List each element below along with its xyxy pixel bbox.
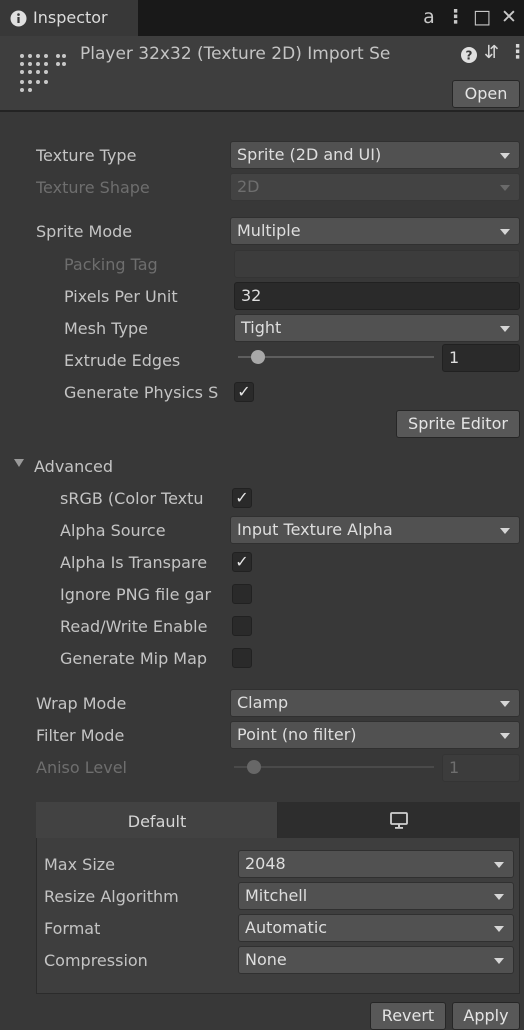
chevron-down-icon bbox=[494, 958, 504, 964]
chevron-down-icon bbox=[500, 326, 510, 332]
extrude-edges-slider-handle[interactable] bbox=[250, 350, 265, 364]
texture-asset-icon bbox=[20, 54, 66, 92]
pixels-per-unit-label: Pixels Per Unit bbox=[64, 287, 178, 306]
alpha-transparency-label: Alpha Is Transpare bbox=[60, 553, 208, 572]
mesh-type-value: Tight bbox=[241, 318, 282, 337]
format-label: Format bbox=[44, 919, 101, 938]
apply-button[interactable]: Apply bbox=[452, 1002, 520, 1030]
lock-icon[interactable]: a bbox=[418, 4, 440, 30]
help-icon-glyph: ? bbox=[466, 49, 473, 63]
resize-algorithm-label: Resize Algorithm bbox=[44, 887, 179, 906]
wrap-mode-label: Wrap Mode bbox=[36, 694, 127, 713]
chevron-down-icon bbox=[500, 528, 510, 534]
tab-menu-icon[interactable]: ⋮ bbox=[446, 4, 465, 30]
packing-tag-label: Packing Tag bbox=[64, 255, 158, 274]
generate-physics-checkbox[interactable]: ✓ bbox=[234, 382, 254, 402]
chevron-down-icon bbox=[500, 733, 510, 739]
max-size-value: 2048 bbox=[245, 854, 286, 873]
header-divider bbox=[0, 110, 524, 112]
chevron-down-icon bbox=[494, 894, 504, 900]
mip-maps-label: Generate Mip Map bbox=[60, 649, 208, 668]
texture-shape-dropdown: 2D bbox=[230, 173, 520, 201]
texture-shape-label: Texture Shape bbox=[36, 178, 150, 197]
extrude-edges-field[interactable]: 1 bbox=[442, 344, 520, 372]
info-icon bbox=[10, 10, 27, 27]
alpha-source-value: Input Texture Alpha bbox=[237, 520, 393, 539]
chevron-down-icon bbox=[500, 701, 510, 707]
pixels-per-unit-field[interactable]: 32 bbox=[234, 282, 520, 310]
texture-type-dropdown[interactable]: Sprite (2D and UI) bbox=[230, 141, 520, 169]
mip-maps-checkbox[interactable] bbox=[232, 648, 252, 668]
texture-shape-value: 2D bbox=[237, 177, 260, 196]
close-icon[interactable]: ✕ bbox=[497, 4, 521, 30]
extrude-edges-label: Extrude Edges bbox=[64, 351, 181, 370]
format-value: Automatic bbox=[245, 918, 328, 937]
filter-mode-value: Point (no filter) bbox=[237, 725, 357, 744]
tab-label: Inspector bbox=[33, 8, 108, 27]
alpha-source-dropdown[interactable]: Input Texture Alpha bbox=[230, 516, 520, 544]
extrude-edges-slider[interactable] bbox=[238, 356, 434, 358]
tab-default-label: Default bbox=[127, 812, 187, 831]
asset-title: Player 32x32 (Texture 2D) Import Se bbox=[80, 44, 391, 64]
alpha-source-label: Alpha Source bbox=[60, 521, 166, 540]
filter-mode-dropdown[interactable]: Point (no filter) bbox=[230, 721, 520, 749]
chevron-down-icon bbox=[500, 185, 510, 191]
read-write-label: Read/Write Enable bbox=[60, 617, 208, 636]
mesh-type-label: Mesh Type bbox=[64, 319, 148, 338]
aniso-level-slider-handle bbox=[247, 760, 261, 774]
generate-physics-label: Generate Physics S bbox=[64, 383, 219, 402]
compression-label: Compression bbox=[44, 951, 148, 970]
format-dropdown[interactable]: Automatic bbox=[238, 914, 514, 942]
srgb-label: sRGB (Color Textu bbox=[60, 489, 204, 508]
chevron-down-icon bbox=[494, 862, 504, 868]
maximize-icon[interactable]: □ bbox=[470, 4, 494, 30]
srgb-checkbox[interactable]: ✓ bbox=[232, 488, 252, 508]
foldout-arrow-icon[interactable] bbox=[14, 459, 24, 467]
monitor-icon bbox=[390, 812, 408, 829]
sprite-editor-button[interactable]: Sprite Editor bbox=[396, 410, 520, 438]
advanced-foldout[interactable]: Advanced bbox=[34, 457, 113, 476]
texture-type-label: Texture Type bbox=[36, 146, 137, 165]
ignore-png-gamma-checkbox[interactable] bbox=[232, 584, 252, 604]
more-icon[interactable]: ⋮ bbox=[508, 41, 524, 63]
sprite-mode-dropdown[interactable]: Multiple bbox=[230, 217, 520, 245]
max-size-label: Max Size bbox=[44, 855, 116, 874]
chevron-down-icon bbox=[500, 153, 510, 159]
read-write-checkbox[interactable] bbox=[232, 616, 252, 636]
wrap-mode-dropdown[interactable]: Clamp bbox=[230, 689, 520, 717]
ignore-png-gamma-label: Ignore PNG file gar bbox=[60, 585, 212, 604]
aniso-level-label: Aniso Level bbox=[36, 758, 127, 777]
preset-icon[interactable]: ⇵ bbox=[484, 42, 499, 63]
packing-tag-field bbox=[234, 250, 520, 278]
alpha-transparency-checkbox[interactable]: ✓ bbox=[232, 552, 252, 572]
sprite-mode-value: Multiple bbox=[237, 221, 301, 240]
max-size-dropdown[interactable]: 2048 bbox=[238, 850, 514, 878]
aniso-level-slider bbox=[234, 766, 434, 768]
compression-dropdown[interactable]: None bbox=[238, 946, 514, 974]
wrap-mode-value: Clamp bbox=[237, 693, 289, 712]
compression-value: None bbox=[245, 950, 287, 969]
chevron-down-icon bbox=[494, 926, 504, 932]
texture-type-value: Sprite (2D and UI) bbox=[237, 145, 382, 164]
aniso-level-field: 1 bbox=[442, 754, 520, 782]
mesh-type-dropdown[interactable]: Tight bbox=[234, 314, 520, 342]
filter-mode-label: Filter Mode bbox=[36, 726, 125, 745]
sprite-mode-label: Sprite Mode bbox=[36, 222, 133, 241]
revert-button[interactable]: Revert bbox=[370, 1002, 446, 1030]
chevron-down-icon bbox=[500, 229, 510, 235]
resize-algorithm-dropdown[interactable]: Mitchell bbox=[238, 882, 514, 910]
resize-algorithm-value: Mitchell bbox=[245, 886, 308, 905]
help-icon[interactable]: ? bbox=[460, 46, 478, 64]
open-button[interactable]: Open bbox=[452, 80, 520, 108]
